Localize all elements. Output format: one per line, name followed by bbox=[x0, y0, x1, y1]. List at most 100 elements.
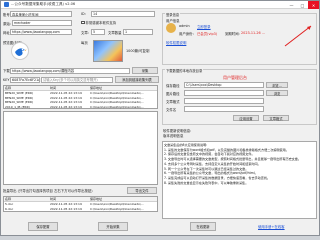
agree-checkbox[interactable] bbox=[81, 20, 85, 25]
url-input[interactable]: https://www.jiaoxiangqq.com/课程内容 bbox=[10, 67, 130, 74]
cell-time: 2022-11-05 22:13:19 bbox=[50, 91, 82, 96]
field-label: 文件名 bbox=[166, 107, 177, 112]
user-value: admin bbox=[179, 24, 190, 28]
table-row[interactable]: 6.doc 2022-11-05 22:13:19 C:\Users\xxx\D… bbox=[4, 207, 157, 212]
add-to-list-button[interactable]: 添加到链接收集列表 bbox=[115, 76, 159, 83]
expire-value: 2023-11-26 ... bbox=[241, 31, 266, 35]
key-hint-input[interactable]: 请输入Key(多个可以用英文逗号隔开) bbox=[41, 76, 113, 83]
bird-logo-icon bbox=[15, 48, 27, 56]
app-icon bbox=[4, 2, 9, 7]
cell-path: C:\Users\xxx\Desktop\Downloads\... bbox=[90, 105, 144, 110]
window-controls: — □ ✕ bbox=[286, 1, 319, 9]
permission-link[interactable]: 软件权限说明 bbox=[166, 40, 186, 45]
count-input[interactable]: 5 bbox=[91, 29, 105, 35]
minimize-button[interactable]: — bbox=[286, 1, 297, 9]
key-label: KEY bbox=[3, 77, 10, 82]
col-name: 名称 bbox=[5, 197, 12, 201]
wxid-input[interactable]: mechader bbox=[12, 20, 72, 26]
update-notes[interactable]: 文章采集后的8大应用使用说明: 1. 采集的文章保存为word格式和pdf，以及… bbox=[162, 141, 317, 219]
right-panel: 登录信息 用户信息 admin 立即登录 用户身份： 已会员(vip3) 到期时… bbox=[162, 11, 318, 235]
preview-label: 每页 bbox=[81, 41, 88, 45]
image-path-input[interactable] bbox=[184, 90, 264, 96]
cell-time: 2022-11-05 22:13:19 bbox=[50, 95, 82, 100]
format-input[interactable] bbox=[184, 98, 264, 104]
user-avatar bbox=[166, 23, 176, 33]
cell-name: 6.doc bbox=[5, 206, 14, 211]
id-label: ID: bbox=[81, 12, 86, 16]
help-link[interactable]: 使用手册+在线客 bbox=[258, 224, 285, 229]
cell-name: 2019_1_IB (ERR) bbox=[5, 105, 30, 110]
window-title: ...公众号数据采集助手(收费工具) v2.06 bbox=[11, 2, 76, 6]
cell-name: 5.doc bbox=[5, 202, 14, 207]
cell-name: BEN20_SIME (ERR) bbox=[5, 95, 34, 100]
table-row[interactable]: 5.doc 2022-11-05 22:13:19 C:\Users\xxx\D… bbox=[4, 202, 157, 207]
online-update-button[interactable]: 在线更新 bbox=[190, 222, 216, 231]
login-link[interactable]: 立即登录 bbox=[197, 24, 211, 29]
site-label: 网址 bbox=[3, 30, 10, 35]
save-path-input[interactable]: C:\Users\xxx\Desktop bbox=[184, 82, 264, 88]
cell-path: C:\Users\xxx\Desktop\Downloads\... bbox=[90, 202, 144, 207]
col-name: 名称 bbox=[5, 86, 12, 90]
settings-group: 下载数据的本地存放目录 用户管理后台 保存路径 C:\Users\xxx\Des… bbox=[162, 67, 317, 125]
id-input[interactable]: 14 bbox=[91, 11, 155, 17]
cell-path: C:\Users\xxx\Desktop\Downloads\... bbox=[90, 95, 144, 100]
col-time: 时间 bbox=[50, 86, 57, 90]
table-row[interactable]: BEN20_SIME (ERR) 2022-11-05 22:13:19 C:\… bbox=[4, 100, 157, 105]
note-line: 8. 采集失败的文章会显示在失败列表中，可以单独重新采集。 bbox=[164, 180, 249, 185]
table-row[interactable]: BEN20_SIME (ERR) 2022-11-05 22:13:19 C:\… bbox=[4, 91, 157, 96]
expire-label: 到期时间: bbox=[225, 32, 240, 36]
col-path: 保存地址 bbox=[90, 86, 103, 90]
save-config-button[interactable]: 保存配置 bbox=[28, 222, 58, 231]
site-input[interactable]: https://www.jiaoxiangqq.com bbox=[10, 29, 72, 35]
close-button[interactable]: ✕ bbox=[308, 1, 319, 9]
avatar[interactable] bbox=[11, 42, 29, 60]
field-label: 文章格式 bbox=[166, 99, 180, 104]
cell-time: 2022-11-05 22:13:19 bbox=[50, 206, 82, 211]
log-list[interactable] bbox=[3, 111, 158, 185]
fetch-button[interactable]: 采集 bbox=[132, 67, 158, 74]
app-window: ...公众号数据采集助手(收费工具) v2.06 — □ ✕ 账号 真善美家小吃… bbox=[0, 0, 320, 236]
account-input[interactable]: 真善美家小吃车间 bbox=[10, 11, 72, 17]
status-value: 已会员(vip3) bbox=[197, 32, 218, 36]
col-path: 保存地址 bbox=[90, 197, 103, 201]
field-label: 保存路径 bbox=[166, 83, 180, 88]
key-input[interactable]: 6087Fa7Ec6F21A43 bbox=[10, 76, 40, 83]
table-row[interactable]: BEN20_SIME (ERR) 2022-11-05 22:13:19 C:\… bbox=[4, 96, 157, 101]
log-subtitle: 版本说明信息 bbox=[163, 134, 184, 138]
wxid-label: 原始: bbox=[3, 21, 11, 26]
start-button[interactable]: 开始采集 bbox=[98, 222, 128, 231]
export-button[interactable]: 导出文件 bbox=[127, 187, 157, 194]
table-row[interactable]: 2019_1_IB (ERR) 2022-11-05 22:13:19 C:\U… bbox=[4, 105, 157, 110]
apply-settings-button[interactable]: 应用设置 bbox=[233, 115, 259, 121]
cell-time: 2022-11-05 22:13:19 bbox=[50, 202, 82, 207]
cell-path: C:\Users\xxx\Desktop\Downloads\... bbox=[90, 206, 144, 211]
user-label: 用户信息 bbox=[166, 19, 180, 23]
note-label: 1000篇/可复制 bbox=[126, 49, 150, 53]
filename-input[interactable] bbox=[184, 106, 264, 112]
cell-time: 2022-11-05 22:13:19 bbox=[50, 105, 82, 110]
settings-group-title: 下载数据的本地存放目录 bbox=[165, 67, 204, 73]
annotation-arrow-icon bbox=[284, 25, 312, 47]
browse-button[interactable]: 浏览... bbox=[266, 82, 288, 88]
export-label: 批量导出 (只导出打勾选择的项目 左右下方可以作导出按钮) bbox=[3, 189, 93, 193]
col-time: 时间 bbox=[50, 197, 57, 201]
pages-input[interactable]: 1 bbox=[123, 29, 153, 35]
cover-area: 预览图(封面) bbox=[3, 38, 79, 64]
result-table[interactable]: 名称 时间 保存地址 BEN20_SIME (ERR) 2022-11-05 2… bbox=[3, 85, 158, 109]
browse-button[interactable]: 浏览 bbox=[266, 90, 288, 96]
article-format-button[interactable]: 文章格式 bbox=[263, 115, 289, 121]
preview-area: 每页 1000篇/可复制 bbox=[81, 38, 158, 64]
cell-time: 2022-11-05 22:13:19 bbox=[50, 100, 82, 105]
cell-path: C:\Users\xxx\Desktop\Downloads\... bbox=[90, 100, 144, 105]
field-label: 图片路径 bbox=[166, 91, 180, 96]
status-prefix: 用户身份： bbox=[179, 32, 196, 36]
cell-name: BEN20_SIME (ERR) bbox=[5, 100, 34, 105]
title-bar: ...公众号数据采集助手(收费工具) v2.06 — □ ✕ bbox=[1, 1, 319, 9]
maximize-button[interactable]: □ bbox=[297, 1, 308, 9]
agree-label: 非常感谢本软件支持 bbox=[85, 21, 117, 25]
preview-image[interactable] bbox=[93, 40, 123, 62]
account-label: 账号 bbox=[3, 12, 10, 17]
export-table[interactable]: 名称 时间 保存地址 5.doc 2022-11-05 22:13:19 C:\… bbox=[3, 196, 158, 212]
admin-annotation: 用户管理后台 bbox=[223, 75, 247, 80]
cell-path: C:\Users\xxx\Desktop\Downloads\... bbox=[90, 91, 144, 96]
